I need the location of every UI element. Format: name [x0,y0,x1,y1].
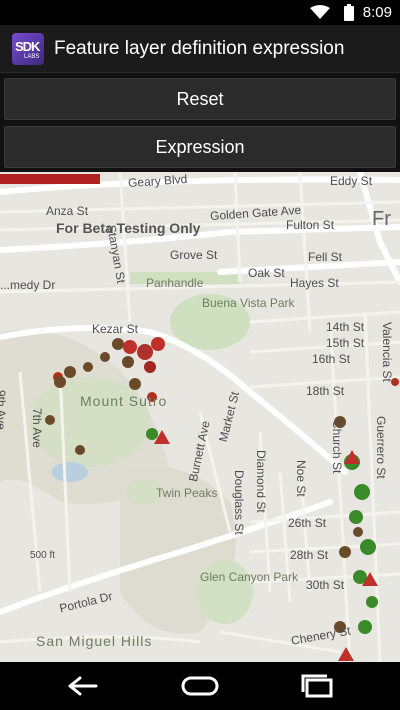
place-label: Glen Canyon Park [200,570,299,584]
street-label: Fell St [308,250,343,264]
place-label: Panhandle [146,276,204,290]
place-label: Fr [372,208,391,230]
street-label: Kezar St [92,322,139,336]
expression-button[interactable]: Expression [4,126,396,168]
place-label: Twin Peaks [156,486,218,500]
street-label: 18th St [306,384,345,398]
street-label: Douglass St [232,470,246,535]
app-icon-sub: LABS [24,54,40,60]
button-area: Reset Expression [0,73,400,172]
street-label: ...medy Dr [0,278,56,292]
street-label: 28th St [290,548,329,562]
map-view[interactable]: For Beta Testing Only Geary Blvd Eddy St… [0,172,400,662]
map-watermark: For Beta Testing Only [56,220,201,236]
street-label: Church St [330,420,344,474]
app-icon-text: SDK [15,39,40,54]
street-label: 15th St [326,336,365,350]
status-bar: 8:09 [0,0,400,25]
reset-button[interactable]: Reset [4,78,396,120]
app-icon: SDK LABS [12,33,44,65]
street-label: Hayes St [290,276,339,290]
action-bar: SDK LABS Feature layer definition expres… [0,25,400,73]
app-title: Feature layer definition expression [54,38,345,59]
street-label: Oak St [248,266,285,280]
place-label: Buena Vista Park [202,296,295,310]
wifi-icon [310,5,330,19]
street-label: Fulton St [286,218,335,232]
place-label: San Miguel Hills [36,633,153,649]
navigation-bar [0,662,400,710]
street-label: 9th Ave [0,390,8,430]
street-label: Grove St [170,248,218,262]
battery-icon [344,4,354,21]
street-label: Eddy St [330,174,373,188]
street-label: Valencia St [380,322,394,382]
street-label: 16th St [312,352,351,366]
street-label: Anza St [46,204,89,218]
status-time: 8:09 [362,4,392,21]
recents-button[interactable] [288,670,348,702]
elevation-label: 500 ft [30,550,56,561]
street-label: 7th Ave [30,408,44,448]
street-label: Noe St [294,460,308,497]
street-label: 26th St [288,516,327,530]
street-label: Diamond St [254,450,268,513]
street-label: Guerrero St [374,416,388,479]
street-label: 30th St [306,578,345,592]
home-button[interactable] [170,670,230,702]
street-label: 14th St [326,320,365,334]
place-label: Mount Sutro [80,393,168,409]
back-button[interactable] [52,670,112,702]
